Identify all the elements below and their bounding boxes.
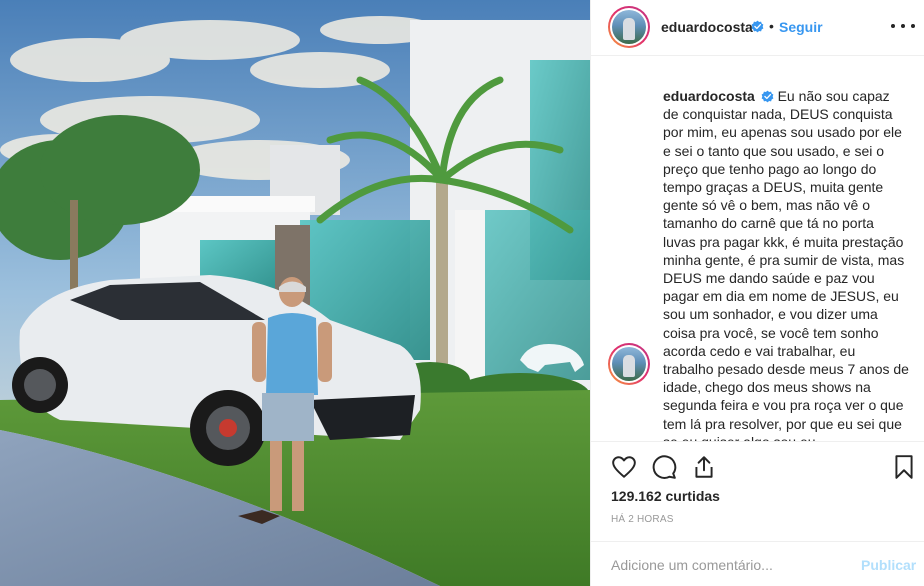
post-photo-image: [0, 0, 590, 586]
verified-badge-icon: [751, 20, 764, 33]
more-options-icon[interactable]: [891, 18, 915, 34]
instagram-post: eduardocosta • Seguir eduardocosta Eu nã…: [0, 0, 924, 586]
share-icon[interactable]: [691, 454, 717, 480]
comment-input[interactable]: [611, 554, 851, 576]
header-separator: •: [769, 18, 774, 34]
heart-icon[interactable]: [611, 454, 637, 480]
header-username[interactable]: eduardocosta: [661, 19, 753, 35]
comment-icon[interactable]: [651, 454, 677, 480]
comments-area[interactable]: eduardocosta Eu não sou capaz de conquis…: [591, 57, 924, 441]
caption: eduardocosta Eu não sou capaz de conquis…: [663, 87, 909, 441]
caption-avatar[interactable]: [608, 343, 650, 385]
bookmark-icon[interactable]: [891, 454, 917, 480]
avatar-image: [612, 10, 646, 44]
post-photo[interactable]: [0, 0, 590, 586]
publish-button[interactable]: Publicar: [861, 557, 916, 573]
comment-box: Publicar: [591, 541, 924, 586]
caption-avatar-image: [612, 347, 646, 381]
avatar[interactable]: [608, 6, 650, 48]
actions-area: 129.162 curtidas HÁ 2 HORAS: [591, 441, 924, 541]
post-side-panel: eduardocosta • Seguir eduardocosta Eu nã…: [590, 0, 924, 586]
likes-count[interactable]: 129.162 curtidas: [611, 488, 720, 504]
caption-verified-badge-icon: [761, 90, 774, 103]
post-header: eduardocosta • Seguir: [591, 0, 924, 56]
post-timestamp[interactable]: HÁ 2 HORAS: [611, 514, 674, 525]
caption-username[interactable]: eduardocosta: [663, 88, 755, 104]
follow-button[interactable]: Seguir: [779, 19, 823, 35]
caption-text: Eu não sou capaz de conquistar nada, DEU…: [663, 88, 909, 441]
